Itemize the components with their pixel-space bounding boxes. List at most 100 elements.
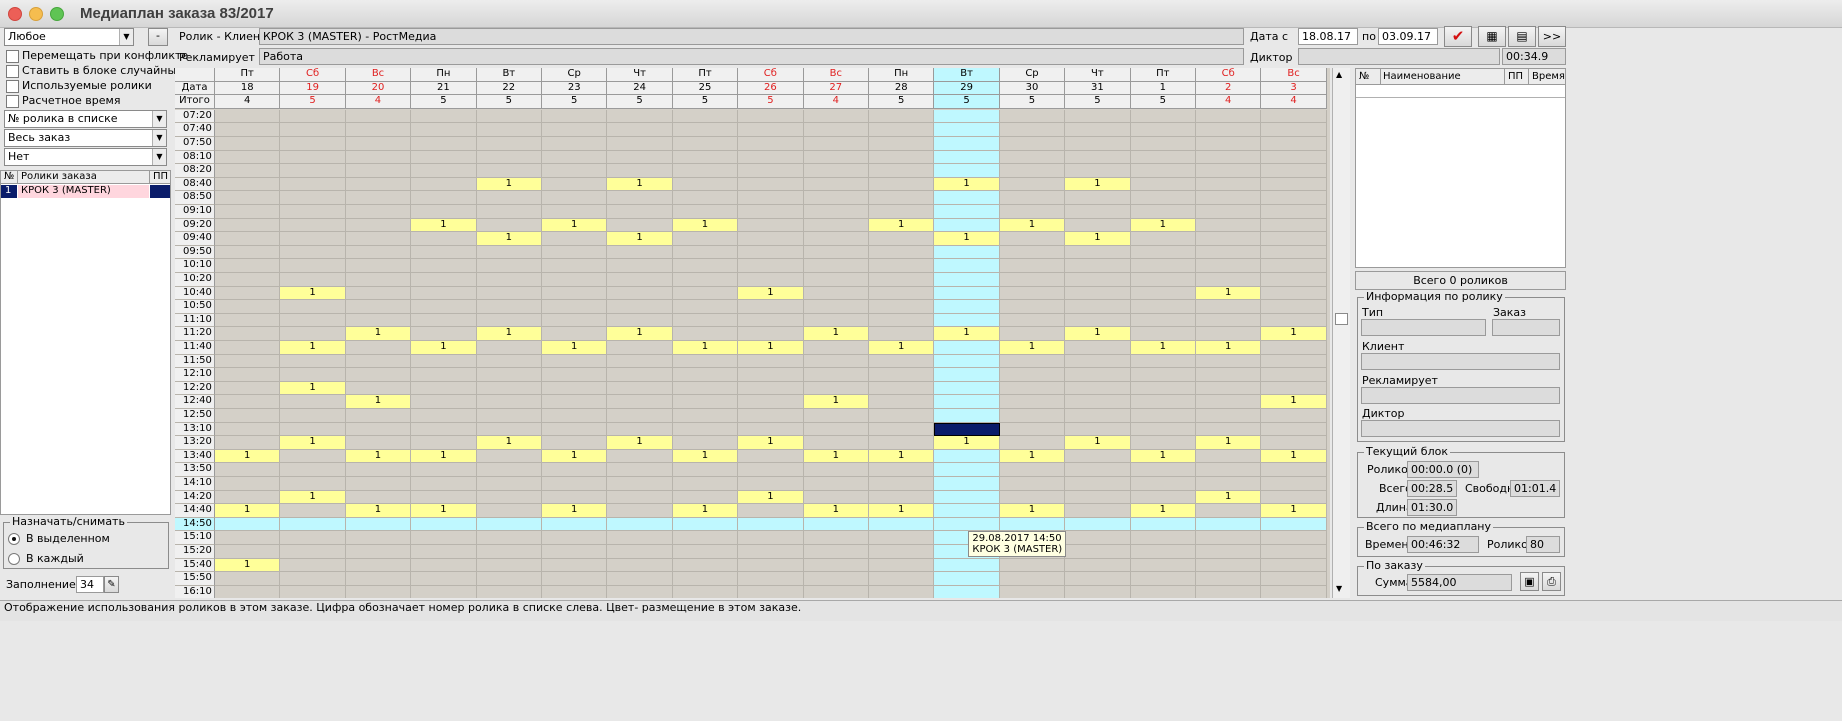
schedule-cell[interactable] [345,191,412,205]
schedule-cell[interactable] [934,463,1000,477]
placement-cell[interactable]: 1 [1261,395,1327,409]
schedule-cell[interactable] [411,531,477,545]
schedule-cell[interactable] [738,477,804,491]
schedule-cell[interactable] [1261,191,1327,205]
schedule-cell[interactable] [280,477,346,491]
column-weekday[interactable]: Вт [476,68,542,82]
schedule-cell[interactable] [280,327,346,341]
schedule-cell[interactable] [1065,109,1131,124]
schedule-cell[interactable] [215,354,281,369]
schedule-cell[interactable] [411,436,477,450]
schedule-cell[interactable] [411,259,477,273]
placement-cell[interactable]: 1 [934,327,1000,341]
schedule-cell[interactable] [280,259,346,273]
schedule-cell[interactable] [934,300,1000,314]
table-row[interactable]: 1 КРОК 3 (MASTER) [1,185,170,198]
schedule-cell[interactable] [215,286,281,301]
schedule-cell[interactable] [215,109,281,124]
schedule-cell[interactable] [476,504,542,518]
placement-cell[interactable]: 1 [738,286,804,301]
schedule-cell[interactable] [672,368,739,382]
schedule-cell[interactable] [672,531,739,545]
schedule-cell[interactable] [345,381,412,396]
schedule-cell[interactable] [1130,545,1196,559]
schedule-cell[interactable] [738,449,804,464]
schedule-cell[interactable] [1196,259,1262,273]
schedule-cell[interactable] [738,422,804,437]
schedule-cell[interactable] [1065,504,1131,518]
placement-cell[interactable]: 1 [280,381,346,396]
schedule-cell[interactable] [411,177,477,192]
schedule-cell[interactable] [607,517,673,532]
schedule-cell[interactable] [1130,381,1196,396]
placement-cell[interactable]: 1 [607,177,673,192]
placement-cell[interactable]: 1 [542,341,608,355]
schedule-cell[interactable] [345,531,412,545]
schedule-cell[interactable] [999,395,1066,409]
calendar-icon[interactable]: ▦ [1478,26,1506,47]
schedule-cell[interactable] [803,558,869,573]
schedule-cell[interactable] [999,137,1066,151]
schedule-cell[interactable] [607,123,673,137]
schedule-cell[interactable] [738,558,804,573]
schedule-cell[interactable] [803,205,869,219]
schedule-cell[interactable] [1065,341,1131,355]
schedule-cell[interactable] [542,137,608,151]
schedule-cell[interactable] [411,354,477,369]
close-button[interactable] [8,7,22,21]
schedule-cell[interactable] [999,286,1066,301]
column-weekday[interactable]: Пт [1130,68,1196,82]
schedule-cell[interactable] [607,109,673,124]
schedule-cell[interactable] [215,409,281,423]
schedule-cell[interactable] [280,572,346,586]
schedule-cell[interactable] [803,273,869,287]
schedule-cell[interactable] [1065,585,1131,598]
maximize-button[interactable] [50,7,64,21]
schedule-cell[interactable] [738,354,804,369]
schedule-cell[interactable] [411,150,477,165]
schedule-cell[interactable] [280,395,346,409]
schedule-cell[interactable] [738,463,804,477]
schedule-cell[interactable] [607,449,673,464]
placement-cell[interactable]: 1 [476,232,542,246]
schedule-cell[interactable] [999,368,1066,382]
schedule-cell[interactable] [672,572,739,586]
placement-cell[interactable]: 1 [803,395,869,409]
schedule-cell[interactable] [411,572,477,586]
schedule-cell[interactable] [672,381,739,396]
schedule-cell[interactable] [280,504,346,518]
schedule-cell[interactable] [999,381,1066,396]
column-weekday[interactable]: Сб [280,68,346,82]
schedule-cell[interactable] [607,259,673,273]
column-date[interactable]: 23 [542,81,608,96]
schedule-cell[interactable] [999,409,1066,423]
schedule-cell[interactable] [803,164,869,178]
schedule-cell[interactable] [999,517,1066,532]
placement-cell[interactable]: 1 [215,558,281,573]
schedule-cell[interactable] [476,218,542,233]
column-date[interactable]: 25 [672,81,739,96]
placement-cell[interactable]: 1 [934,177,1000,192]
schedule-cell[interactable] [1065,205,1131,219]
schedule-cell[interactable] [607,477,673,491]
schedule-cell[interactable] [411,137,477,151]
schedule-cell[interactable] [672,327,739,341]
placement-cell[interactable]: 1 [672,504,739,518]
schedule-cell[interactable] [934,490,1000,505]
schedule-cell[interactable] [411,422,477,437]
schedule-cell[interactable] [345,558,412,573]
column-date[interactable]: 24 [607,81,673,96]
schedule-cell[interactable] [803,490,869,505]
placement-cell[interactable]: 1 [869,504,935,518]
schedule-cell[interactable] [542,205,608,219]
schedule-cell[interactable] [738,245,804,260]
schedule-cell[interactable] [672,259,739,273]
schedule-cell[interactable] [215,477,281,491]
schedule-cell[interactable] [672,232,739,246]
schedule-cell[interactable] [215,327,281,341]
schedule-cell[interactable] [476,313,542,328]
clip-client-field[interactable]: КРОК 3 (MASTER) - РостМедиа [259,28,1244,45]
schedule-cell[interactable] [542,381,608,396]
schedule-cell[interactable] [1261,381,1327,396]
schedule-cell[interactable] [803,517,869,532]
